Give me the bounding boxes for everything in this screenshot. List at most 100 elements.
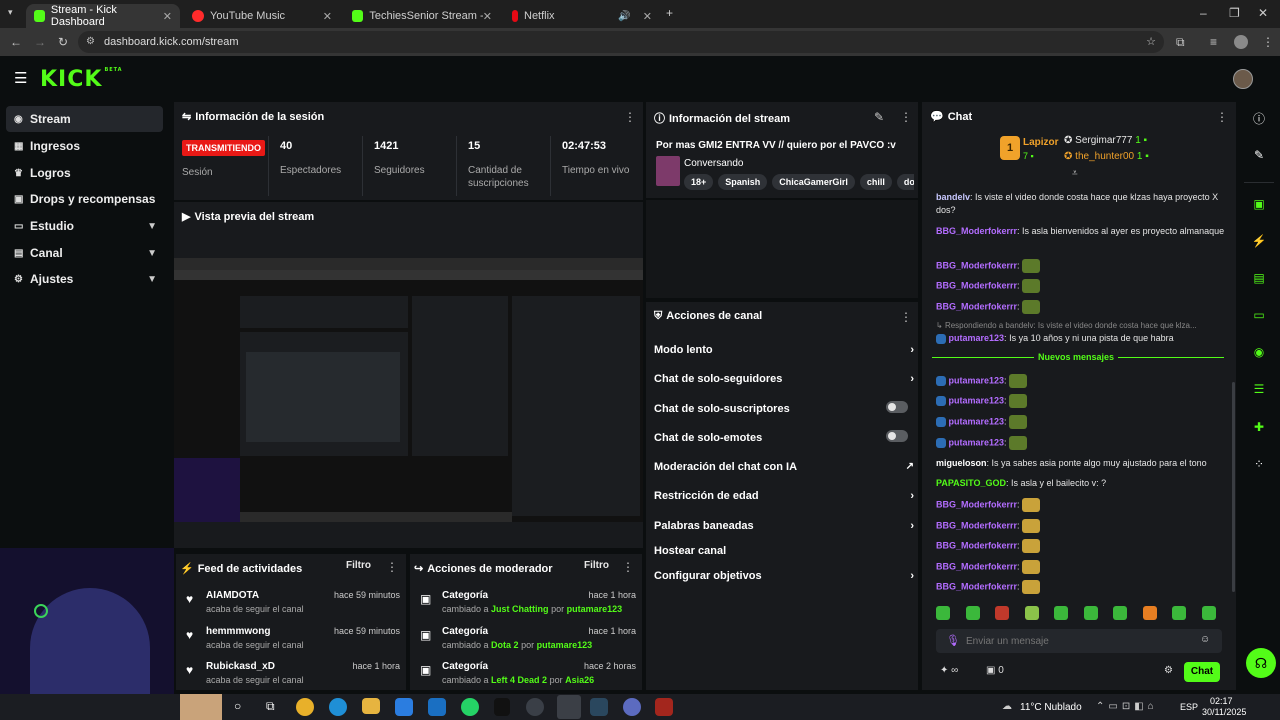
emotes-only-toggle[interactable]: [886, 430, 908, 442]
emote-button[interactable]: [1054, 606, 1068, 620]
emote-button[interactable]: [1172, 606, 1186, 620]
extensions-icon[interactable]: ⧉: [1176, 35, 1185, 50]
reload-icon[interactable]: ↻: [58, 35, 68, 49]
url-field[interactable]: ⚙ dashboard.kick.com/stream ☆: [78, 31, 1164, 53]
tag-chip[interactable]: chill: [859, 174, 892, 190]
action-slow-mode[interactable]: Modo lento ›: [654, 344, 914, 356]
close-tab-icon[interactable]: ✕: [323, 10, 332, 23]
info-icon[interactable]: ⓘ: [1244, 103, 1274, 133]
weather-text[interactable]: 11°C Nublado: [1020, 702, 1082, 713]
mod-user[interactable]: Asia26: [565, 675, 594, 685]
document-icon[interactable]: ▤: [1244, 263, 1274, 293]
back-icon[interactable]: ←: [10, 35, 22, 49]
chat-settings-icon[interactable]: ⚙: [1164, 665, 1173, 676]
chat-username[interactable]: putamare123: [949, 375, 1005, 385]
edge-icon[interactable]: [329, 698, 347, 716]
emote-button[interactable]: [1202, 606, 1216, 620]
chat-input-box[interactable]: 🎙 ☺: [936, 629, 1222, 653]
sidebar-item-drops[interactable]: ▣ Drops y recompensas: [6, 186, 163, 212]
tag-chip[interactable]: Spanish: [718, 174, 768, 190]
sidebar-item-canal[interactable]: ▤ Canal ▼: [6, 240, 163, 266]
clock-date[interactable]: 30/11/2025: [1202, 707, 1246, 717]
site-info-icon[interactable]: ⚙: [86, 31, 95, 53]
mod-user[interactable]: putamare123: [567, 604, 623, 614]
sidebar-item-ingresos[interactable]: ▦ Ingresos: [6, 133, 163, 159]
leader-name[interactable]: Sergimar777: [1075, 135, 1132, 146]
send-chat-button[interactable]: Chat: [1184, 662, 1220, 682]
microphone-icon[interactable]: 🎙: [946, 634, 960, 647]
close-tab-icon[interactable]: ✕: [163, 10, 172, 23]
leader-user[interactable]: Lapizor: [1023, 137, 1059, 148]
apps-icon[interactable]: ⁘: [1244, 449, 1274, 479]
clock-time[interactable]: 02:17: [1210, 696, 1233, 706]
emote-button[interactable]: [1025, 606, 1039, 620]
chat-username[interactable]: BBG_Moderfokerrr: [936, 226, 1017, 236]
capture-icon[interactable]: ▣: [1244, 189, 1274, 219]
close-tab-icon[interactable]: ✕: [643, 10, 652, 23]
action-age-restriction[interactable]: Restricción de edad ›: [654, 490, 914, 502]
language-indicator[interactable]: ESP: [1180, 702, 1198, 712]
action-followers-only[interactable]: Chat de solo-seguidores ›: [654, 373, 914, 385]
tab-kick-dashboard[interactable]: Stream - Kick Dashboard ✕: [26, 4, 180, 28]
emote-button[interactable]: [1084, 606, 1098, 620]
tag-chip[interactable]: 18+: [684, 174, 714, 190]
search-icon[interactable]: ○: [234, 699, 241, 713]
more-options-icon[interactable]: ⋮: [622, 560, 634, 574]
new-tab-icon[interactable]: +: [666, 6, 673, 20]
whatsapp-icon[interactable]: [461, 698, 479, 716]
tray-icons[interactable]: ⌃▭⊡◧⌂: [1096, 701, 1158, 712]
chat-username[interactable]: BBG_Moderfokerrr: [936, 260, 1017, 270]
sidebar-item-ajustes[interactable]: ⚙ Ajustes ▼: [6, 266, 163, 292]
sidebar-item-estudio[interactable]: ▭ Estudio ▼: [6, 213, 163, 239]
folder-icon[interactable]: [362, 698, 380, 714]
minimize-icon[interactable]: –: [1200, 6, 1207, 20]
forward-icon[interactable]: →: [34, 35, 46, 49]
chat-username[interactable]: putamare123: [949, 395, 1005, 405]
edit-pencil-icon[interactable]: ✎: [874, 110, 884, 124]
bookmark-star-icon[interactable]: ☆: [1146, 31, 1156, 53]
wrench-icon[interactable]: ✚: [1244, 412, 1274, 442]
tab-youtube-music[interactable]: YouTube Music ✕: [184, 4, 340, 28]
stream-preview-video[interactable]: [174, 258, 643, 522]
edit-icon[interactable]: ✎: [1244, 140, 1274, 170]
chat-username[interactable]: BBG_Moderfokerrr: [936, 280, 1017, 290]
store-icon[interactable]: [395, 698, 413, 716]
chat-username[interactable]: putamare123: [949, 416, 1005, 426]
tab-techiessenior[interactable]: TechiesSenior Stream - Watch L ✕: [344, 4, 500, 28]
chat-scrollbar[interactable]: [1232, 382, 1235, 592]
chat-bubble-icon[interactable]: ▭: [1244, 300, 1274, 330]
sidebar-item-stream[interactable]: ◉ Stream: [6, 106, 163, 132]
chrome-icon[interactable]: [296, 698, 314, 716]
chat-username[interactable]: BBG_Moderfokerrr: [936, 301, 1017, 311]
obs-icon[interactable]: [526, 698, 544, 716]
dota-icon[interactable]: [655, 698, 673, 716]
browser-menu-icon[interactable]: ⋮: [1262, 35, 1274, 49]
mod-user[interactable]: putamare123: [537, 640, 593, 650]
action-set-goals[interactable]: Configurar objetivos ›: [654, 570, 914, 582]
emote-button[interactable]: [936, 606, 950, 620]
emote-button[interactable]: [1113, 606, 1127, 620]
task-view-icon[interactable]: ⧉: [266, 699, 275, 714]
chrome-active-icon[interactable]: [557, 695, 581, 719]
maximize-icon[interactable]: ❐: [1229, 6, 1240, 20]
mail-icon[interactable]: [428, 698, 446, 716]
emote-button[interactable]: [966, 606, 980, 620]
action-host-channel[interactable]: Hostear canal: [654, 545, 914, 557]
tab-search-icon[interactable]: ≡: [1210, 35, 1217, 49]
chat-username[interactable]: migueloson: [936, 458, 987, 468]
more-options-icon[interactable]: ⋮: [900, 310, 912, 324]
chat-username[interactable]: BBG_Moderfokerrr: [936, 499, 1017, 509]
mod-target[interactable]: Just Chatting: [491, 604, 549, 614]
emote-button[interactable]: [1143, 606, 1157, 620]
hamburger-menu-icon[interactable]: ☰: [14, 69, 27, 87]
chat-username[interactable]: putamare123: [949, 437, 1005, 447]
collapse-icon[interactable]: ⩡: [1072, 168, 1078, 179]
steam-icon[interactable]: [590, 698, 608, 716]
mod-target[interactable]: Left 4 Dead 2: [491, 675, 547, 685]
chat-username[interactable]: BBG_Moderfokerrr: [936, 520, 1017, 530]
filter-button[interactable]: Filtro: [584, 560, 609, 571]
chat-message-input[interactable]: [966, 633, 1186, 649]
more-options-icon[interactable]: ⋮: [900, 110, 912, 124]
user-avatar[interactable]: [1233, 69, 1253, 89]
more-options-icon[interactable]: ⋮: [386, 560, 398, 574]
